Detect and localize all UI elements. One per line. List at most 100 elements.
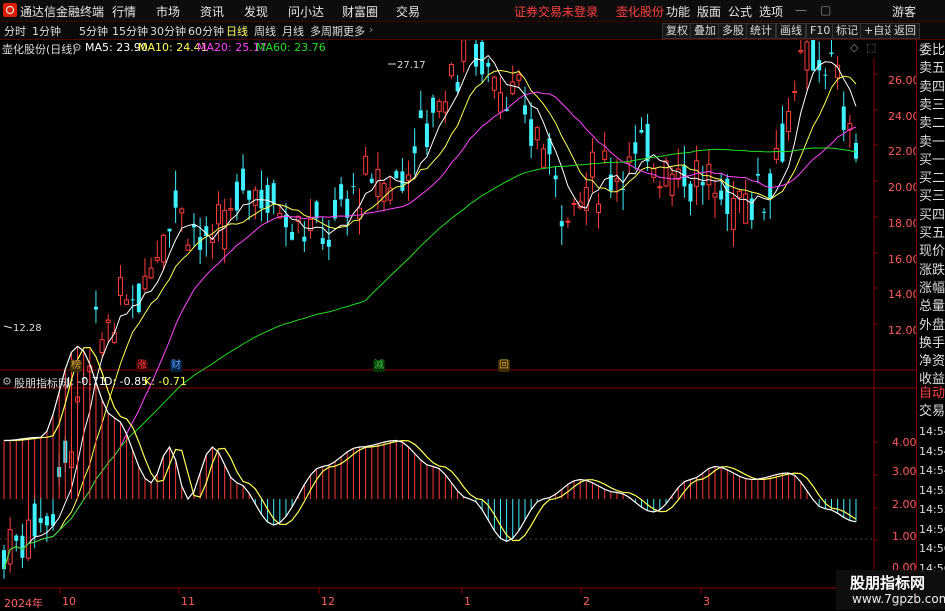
quote-field-label: 总量 [919,299,945,315]
mark-button[interactable]: 标记 [832,23,862,39]
ma20-line [3,91,857,570]
candle-body [540,148,546,168]
candle-body [142,275,148,290]
candle-body [44,516,49,526]
menu-formula[interactable]: 公式 [728,3,752,20]
candle-body [645,123,650,162]
candle-body [798,50,804,53]
period-weekly[interactable]: 周线 [254,23,276,39]
period-multi[interactable]: 多周期 [310,23,343,39]
candle-body [486,62,491,67]
quote-field-label: 涨跌 [919,262,945,278]
candle-body [497,92,503,113]
candle-body [345,198,350,218]
candle-body [442,101,448,113]
quote-field-label: 卖一 [919,134,945,150]
price-tick: 24.00 [888,110,920,123]
quote-field-label: 买三 [919,189,945,205]
period-more[interactable]: 更多 [343,23,365,39]
candle-body [252,189,258,206]
tick-time: 14:54 [919,444,945,458]
multi-stock-button[interactable]: 多股 [718,23,748,39]
candle-body [730,197,736,231]
candle-body [314,201,319,219]
candle-body [571,202,577,205]
top-menu-bar: 通达信金融终端 行情 市场 资讯 发现 问小达 财富圈 交易 证券交易未登录 壶… [0,0,945,22]
time-tick: 3 [703,595,710,608]
trade-tab[interactable]: 交易 [919,403,945,421]
event-tag-limitup-text: 涨 [137,360,147,371]
quote-field-label: 买五 [919,226,945,241]
event-tag-buyback-text: 回 [499,360,509,371]
back-button[interactable]: 返回 [890,23,920,39]
period-15min[interactable]: 15分钟 [112,23,148,39]
menu-options[interactable]: 选项 [759,3,783,20]
osc-tick: 3.00 [892,465,917,478]
quote-field-label: 涨幅 [919,280,945,296]
osc-tick: 2.00 [892,498,917,511]
period-5min[interactable]: 5分钟 [79,23,108,39]
candle-body [473,44,478,67]
maximize-icon[interactable]: ▢ [820,3,831,17]
time-tick: 2 [583,595,590,608]
draw-line-button[interactable]: 画线 [776,23,806,39]
watermark-url: www.7gpzb.com [852,592,945,606]
candle-body [99,339,105,354]
price-tick: 20.00 [888,181,920,194]
period-60min[interactable]: 60分钟 [188,23,224,39]
event-tag-buyback[interactable]: 回 [498,360,510,372]
statistics-button[interactable]: 统计 [746,23,776,39]
period-tick[interactable]: 分时 [4,23,26,39]
osc-tick: 1.00 [892,530,917,543]
menu-item-discover[interactable]: 发现 [244,3,268,20]
candle-body [516,74,522,81]
guest-label[interactable]: 游客 [892,3,916,20]
event-tag-reduce[interactable]: 減 [373,360,385,372]
candle-body [185,244,191,251]
osc-d-value: D: -0.85 [104,375,149,388]
candle-body [559,221,564,227]
menu-item-news[interactable]: 资讯 [200,3,224,20]
f10-button[interactable]: F10 [806,23,835,39]
candle-body [491,76,497,91]
event-tag-rank[interactable]: 榜 [70,360,82,372]
event-tag-finance[interactable]: 财 [170,360,182,372]
minimize-icon[interactable]: — [795,3,807,17]
event-tag-rank-text: 榜 [71,360,81,371]
candle-body [602,150,608,160]
tick-time: 14:55 [919,503,945,516]
menu-function[interactable]: 功能 [666,3,690,20]
menu-item-quotes[interactable]: 行情 [112,3,136,20]
period-toolbar: 分时 1分钟 5分钟 15分钟 30分钟 60分钟 日线 周线 月线 多周期 更… [0,22,945,40]
candle-body [811,40,816,71]
chevron-right-icon[interactable]: › [369,23,373,36]
tick-time: 14:56 [919,542,945,555]
restore-rights-button[interactable]: 复权 [662,23,692,39]
period-30min[interactable]: 30分钟 [150,23,186,39]
menu-item-ask[interactable]: 问小达 [288,3,324,20]
period-daily[interactable]: 日线 [226,23,248,39]
period-1min[interactable]: 1分钟 [32,23,61,39]
candle-body [614,178,620,183]
time-tick: 11 [181,595,195,608]
quote-field-label: 外盘 [919,317,945,333]
candle-body [124,299,130,305]
osc-settings-icon[interactable]: ⚙ [2,375,12,388]
menu-layout[interactable]: 版面 [697,3,721,20]
candle-body [829,52,834,55]
event-tag-limitup[interactable]: 涨 [136,360,148,372]
menu-item-market[interactable]: 市场 [156,3,180,20]
watermark: 股朋指标网 www.7gpzb.com [836,570,945,610]
candle-body [657,186,663,189]
candle-body [436,100,442,112]
menu-item-wealth[interactable]: 财富圈 [342,3,378,20]
trade-login-status[interactable]: 证券交易未登录 [514,3,598,20]
period-monthly[interactable]: 月线 [282,23,304,39]
ma10-line [3,69,857,570]
menu-item-trade[interactable]: 交易 [396,3,420,20]
overlay-button[interactable]: 叠加 [690,23,720,39]
quote-field-label: 卖四 [919,79,945,95]
auto-button[interactable]: 自动 [919,385,945,403]
candle-body [271,183,276,204]
kline-chart[interactable]: 27.17 12.28 [0,40,916,609]
